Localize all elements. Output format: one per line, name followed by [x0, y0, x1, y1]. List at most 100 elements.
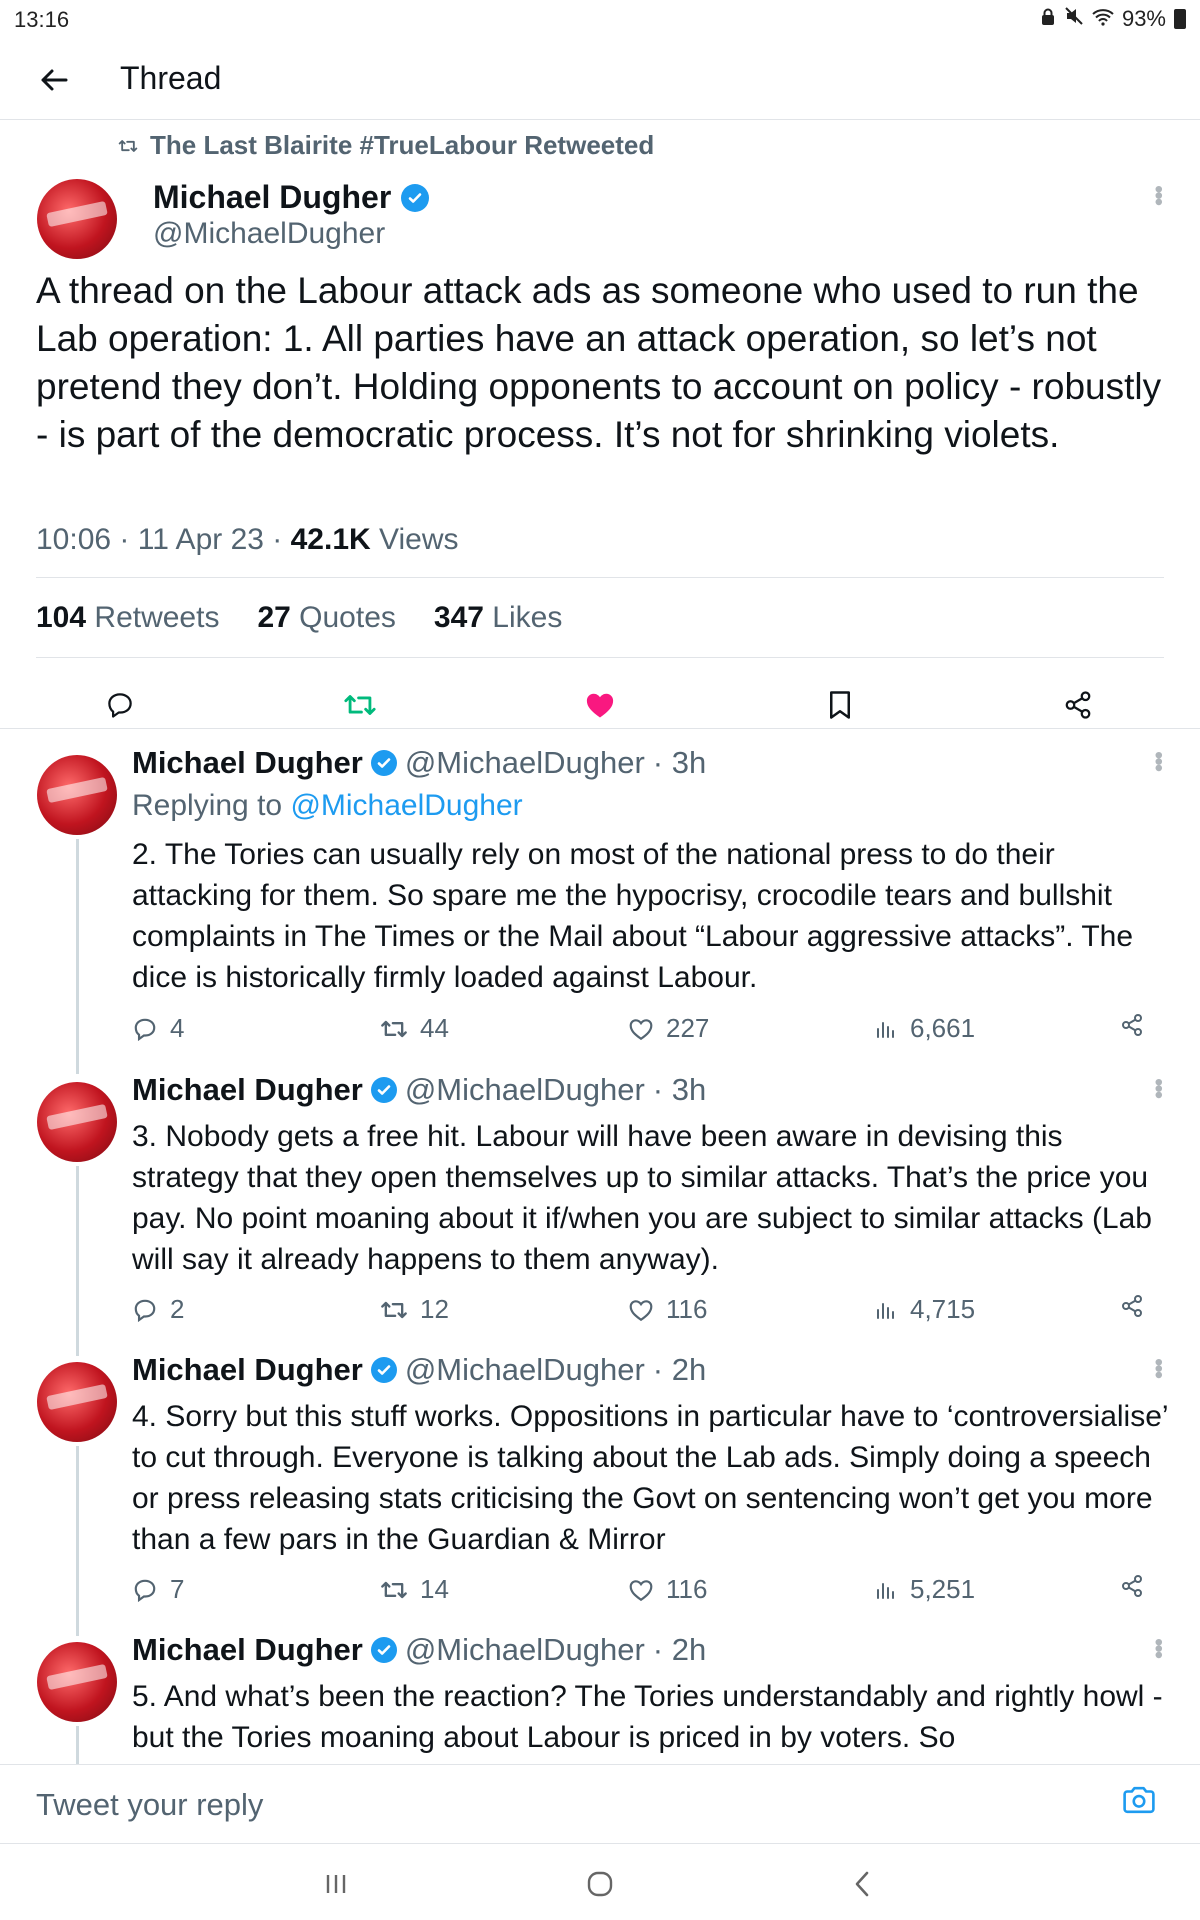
- verified-icon: [401, 183, 430, 212]
- retweets-count: 104: [36, 601, 87, 634]
- author-handle[interactable]: @MichaelDugher: [153, 217, 385, 251]
- author-handle[interactable]: @MichaelDugher: [405, 745, 645, 781]
- battery-icon: [1174, 9, 1186, 29]
- like-button[interactable]: 116: [628, 1294, 707, 1325]
- like-icon: [629, 1299, 653, 1321]
- retweet-icon: [344, 695, 376, 715]
- reply-count: 7: [170, 1574, 185, 1604]
- battery-percent: 93%: [1121, 6, 1166, 31]
- like-button[interactable]: 116: [628, 1574, 707, 1605]
- retweet-count: 44: [420, 1013, 449, 1043]
- avatar[interactable]: [37, 1082, 117, 1162]
- reply-icon: [134, 1579, 156, 1602]
- author-name-row[interactable]: Michael Dugher: [153, 179, 430, 216]
- camera-button[interactable]: [1122, 1785, 1162, 1825]
- retweet-button[interactable]: 12: [380, 1294, 449, 1325]
- author-handle[interactable]: @MichaelDugher: [405, 1632, 645, 1668]
- more-icon[interactable]: •••: [1144, 1358, 1172, 1377]
- divider: [0, 728, 1200, 729]
- verified-icon: [370, 1637, 397, 1663]
- views-count: 6,661: [910, 1013, 976, 1043]
- like-icon: [629, 1018, 653, 1040]
- reply-button[interactable]: 2: [132, 1294, 184, 1325]
- retweet-icon: [118, 139, 138, 152]
- tweet-time[interactable]: 10:06 · 11 Apr 23 ·: [36, 523, 291, 556]
- retweet-button[interactable]: 14: [380, 1574, 449, 1605]
- views-button[interactable]: 5,251: [874, 1574, 975, 1605]
- thread-line: [76, 839, 79, 1074]
- tweet-meta: 10:06 · 11 Apr 23 · 42.1K Views: [36, 523, 459, 557]
- like-button[interactable]: 227: [628, 1013, 709, 1044]
- more-icon[interactable]: •••: [1144, 751, 1172, 770]
- bookmark-button[interactable]: [820, 685, 860, 725]
- more-icon[interactable]: •••: [1144, 185, 1172, 204]
- home-icon: [587, 1871, 613, 1897]
- share-button[interactable]: [1120, 1294, 1144, 1318]
- retweet-button[interactable]: 44: [380, 1013, 449, 1044]
- share-button[interactable]: [1120, 1574, 1144, 1598]
- replying-prefix: Replying to: [132, 789, 291, 822]
- views-label: Views: [370, 523, 459, 556]
- recents-icon: [326, 1875, 346, 1893]
- thread-line: [76, 1446, 79, 1636]
- author-handle[interactable]: @MichaelDugher: [405, 1072, 645, 1108]
- replying-to-handle[interactable]: @MichaelDugher: [290, 789, 522, 822]
- avatar[interactable]: [37, 1642, 117, 1722]
- reply-button[interactable]: [100, 685, 140, 725]
- quotes-stat[interactable]: 27 Quotes: [257, 601, 395, 635]
- like-count: 116: [666, 1574, 708, 1604]
- reply-count: 2: [170, 1294, 185, 1324]
- more-icon[interactable]: •••: [1144, 1638, 1172, 1657]
- likes-stat[interactable]: 347 Likes: [434, 601, 562, 635]
- share-button[interactable]: [1058, 685, 1098, 725]
- reply-button[interactable]: 4: [132, 1013, 184, 1044]
- share-button[interactable]: [1120, 1013, 1144, 1037]
- views-button[interactable]: 4,715: [874, 1294, 975, 1325]
- author-name[interactable]: Michael Dugher: [132, 745, 363, 781]
- retweets-label: Retweets: [86, 601, 220, 634]
- views-icon: [877, 1302, 894, 1319]
- reply-input[interactable]: [36, 1783, 1096, 1827]
- reply-tweet[interactable]: Michael Dugher @MichaelDugher · 2h ••• 5…: [0, 1632, 1200, 1764]
- retweet-count: 12: [420, 1294, 449, 1324]
- reply-icon: [108, 693, 132, 718]
- chevron-left-icon: [855, 1871, 869, 1897]
- reply-button[interactable]: 7: [132, 1574, 184, 1605]
- share-icon: [1065, 691, 1091, 719]
- like-button[interactable]: [580, 685, 620, 725]
- verified-icon: [370, 1357, 397, 1383]
- tweet-text: 5. And what’s been the reaction? The Tor…: [132, 1680, 1163, 1754]
- retweets-stat[interactable]: 104 Retweets: [36, 601, 219, 635]
- avatar[interactable]: [37, 179, 117, 259]
- author-name[interactable]: Michael Dugher: [132, 1072, 363, 1108]
- system-back-button[interactable]: [838, 1864, 886, 1904]
- top-header: Thread: [0, 40, 1200, 120]
- reply-header: Michael Dugher @MichaelDugher · 3h: [132, 745, 706, 781]
- views-button[interactable]: 6,661: [874, 1013, 975, 1044]
- bookmark-icon: [830, 691, 850, 719]
- tweet-age: · 3h: [652, 1072, 707, 1107]
- tweet-text: 2. The Tories can usually rely on most o…: [132, 838, 1134, 994]
- likes-label: Likes: [483, 601, 563, 634]
- home-button[interactable]: [576, 1864, 624, 1904]
- like-icon: [586, 693, 614, 718]
- quotes-count: 27: [257, 601, 291, 634]
- tweet-text: 3. Nobody gets a free hit. Labour will h…: [132, 1120, 1152, 1276]
- replying-to: Replying to @MichaelDugher: [132, 789, 523, 823]
- share-icon: [1122, 1575, 1142, 1597]
- avatar[interactable]: [37, 1362, 117, 1442]
- back-button[interactable]: [30, 56, 78, 104]
- more-icon[interactable]: •••: [1144, 1078, 1172, 1097]
- recents-button[interactable]: [312, 1864, 360, 1904]
- likes-count: 347: [433, 601, 484, 634]
- author-name: Michael Dugher: [153, 179, 392, 215]
- thread-line: [76, 1166, 79, 1356]
- verified-icon: [370, 750, 397, 776]
- author-name[interactable]: Michael Dugher: [132, 1632, 363, 1668]
- author-handle[interactable]: @MichaelDugher: [405, 1352, 645, 1388]
- author-name[interactable]: Michael Dugher: [132, 1352, 363, 1388]
- avatar[interactable]: [37, 755, 117, 835]
- retweet-banner[interactable]: The Last Blairite #TrueLabour Retweeted: [118, 130, 654, 161]
- retweet-button[interactable]: [340, 685, 380, 725]
- status-time: 13:16: [14, 7, 70, 32]
